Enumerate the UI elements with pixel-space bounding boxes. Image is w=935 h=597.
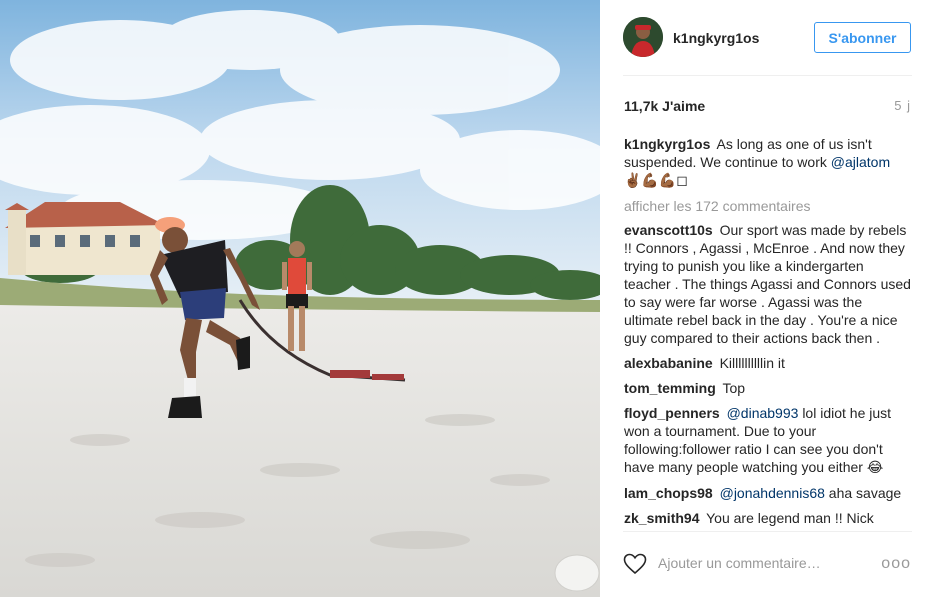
comment-item: tom_temming Top bbox=[624, 379, 914, 397]
comment-author[interactable]: evanscott10s bbox=[624, 222, 713, 238]
comment-item: floyd_penners @dinab993 lol idiot he jus… bbox=[624, 404, 914, 477]
follow-button[interactable]: S'abonner bbox=[814, 22, 911, 53]
post-username[interactable]: k1ngkyrg1os bbox=[673, 30, 759, 46]
comment-text: Top bbox=[722, 380, 746, 396]
comment-emoji: 😂 bbox=[866, 460, 884, 476]
comment-author[interactable]: floyd_penners bbox=[624, 405, 720, 421]
header-divider bbox=[623, 75, 912, 76]
comment-item: lam_chops98 @jonahdennis68 aha savage bbox=[624, 484, 914, 502]
comment-item: evanscott10s Our sport was made by rebel… bbox=[624, 221, 914, 347]
comment-item: alexbabanine Killllllllllin it bbox=[624, 354, 914, 372]
caption-emojis: ✌🏾💪🏾💪🏾◻ bbox=[624, 173, 688, 189]
comment-author[interactable]: tom_temming bbox=[624, 380, 716, 396]
comment-text: Our sport was made by rebels !! Connors … bbox=[624, 222, 911, 346]
comment-text: Killllllllllin it bbox=[719, 355, 785, 371]
post-photo[interactable] bbox=[0, 0, 600, 597]
avatar-image bbox=[623, 17, 663, 57]
heart-icon[interactable] bbox=[623, 553, 647, 575]
avatar[interactable] bbox=[623, 17, 663, 57]
comment-text: aha savage bbox=[828, 485, 902, 501]
beach-training-photo bbox=[0, 0, 600, 597]
comment-input[interactable] bbox=[658, 555, 858, 571]
post-age[interactable]: 5 j bbox=[894, 98, 911, 113]
comment-mention[interactable]: @jonahdennis68 bbox=[720, 485, 825, 501]
comment-author[interactable]: zk_smith94 bbox=[624, 510, 699, 526]
footer-divider bbox=[623, 531, 912, 532]
post-header: k1ngkyrg1os S'abonner bbox=[600, 0, 935, 75]
comments-list[interactable]: k1ngkyrg1os As long as one of us isn't s… bbox=[624, 135, 914, 530]
likes-count[interactable]: 11,7k J'aime bbox=[624, 98, 705, 114]
comment-text: You are legend man !! Nick bbox=[706, 510, 874, 526]
comment-author[interactable]: lam_chops98 bbox=[624, 485, 713, 501]
more-options-button[interactable]: ooo bbox=[881, 556, 911, 572]
caption-author[interactable]: k1ngkyrg1os bbox=[624, 136, 710, 152]
comment-author[interactable]: alexbabanine bbox=[624, 355, 713, 371]
post-sidebar: k1ngkyrg1os S'abonner 11,7k J'aime 5 j k… bbox=[600, 0, 935, 597]
comment-item: zk_smith94 You are legend man !! Nick bbox=[624, 509, 914, 527]
comment-mention[interactable]: @dinab993 bbox=[727, 405, 799, 421]
load-more-comments[interactable]: afficher les 172 commentaires bbox=[624, 197, 914, 215]
caption: k1ngkyrg1os As long as one of us isn't s… bbox=[624, 135, 914, 190]
caption-mention[interactable]: @ajlatom bbox=[831, 154, 890, 170]
